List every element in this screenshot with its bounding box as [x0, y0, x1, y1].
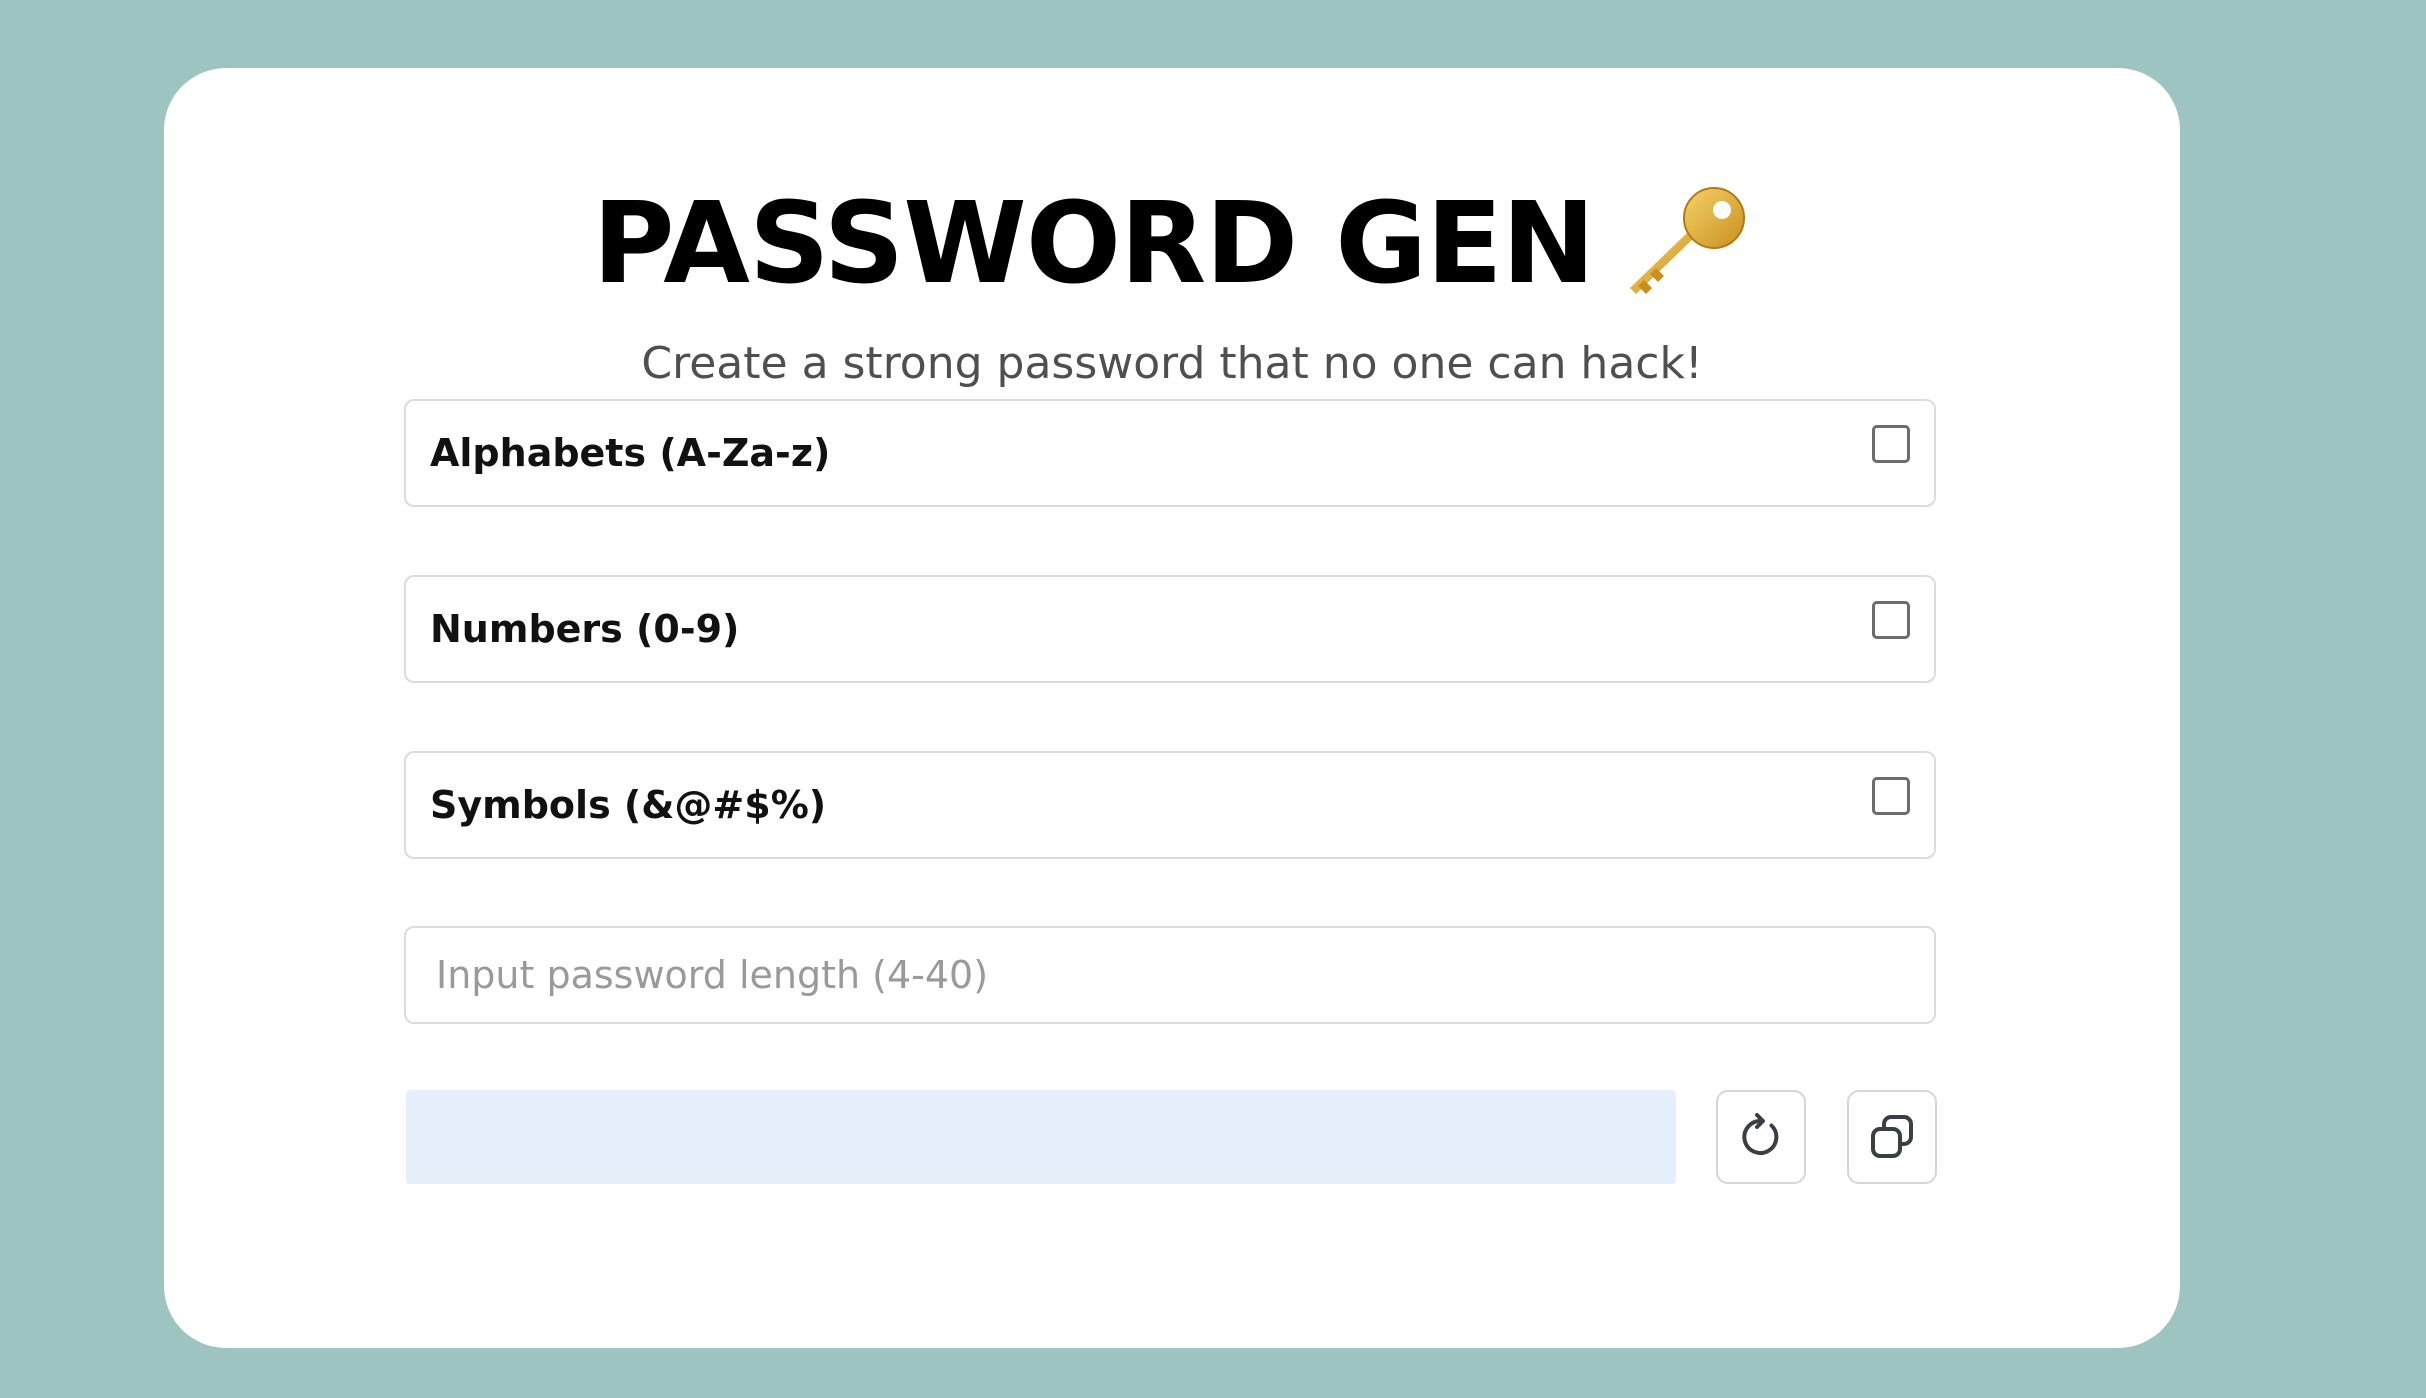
password-generator-card: PASSWORD GEN Create a strong password th… [164, 68, 2180, 1348]
symbols-checkbox[interactable] [1872, 777, 1910, 815]
option-alphabets[interactable]: Alphabets (A-Za-z) [404, 399, 1936, 507]
option-alphabets-label: Alphabets (A-Za-z) [430, 431, 831, 475]
title-row: PASSWORD GEN [164, 186, 2180, 302]
page-subtitle: Create a strong password that no one can… [641, 338, 1703, 389]
password-length-input[interactable] [404, 926, 1936, 1024]
password-output [406, 1090, 1676, 1184]
copy-icon [1871, 1115, 1913, 1158]
key-icon [1622, 186, 1752, 302]
option-symbols-label: Symbols (&@#$%) [430, 783, 827, 827]
page-title: PASSWORD GEN [592, 179, 1596, 309]
option-numbers[interactable]: Numbers (0-9) [404, 575, 1936, 683]
numbers-checkbox[interactable] [1872, 601, 1910, 639]
alphabets-checkbox[interactable] [1872, 425, 1910, 463]
option-symbols[interactable]: Symbols (&@#$%) [404, 751, 1936, 859]
refresh-button[interactable] [1716, 1090, 1806, 1184]
refresh-icon [1742, 1113, 1779, 1155]
copy-button[interactable] [1847, 1090, 1937, 1184]
option-numbers-label: Numbers (0-9) [430, 607, 740, 651]
